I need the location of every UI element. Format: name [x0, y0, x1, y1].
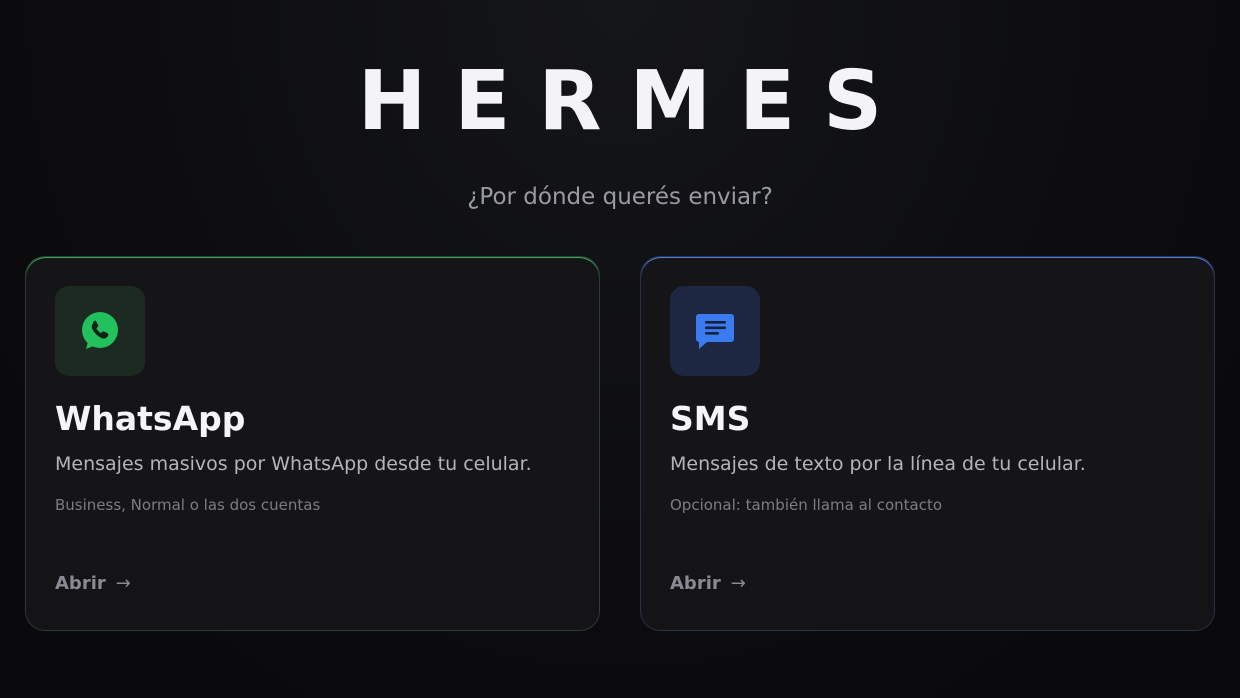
message-icon — [696, 314, 734, 349]
whatsapp-icon-container — [55, 286, 145, 376]
whatsapp-card[interactable]: WhatsApp Mensajes masivos por WhatsApp d… — [25, 256, 600, 631]
card-description: Mensajes masivos por WhatsApp desde tu c… — [55, 453, 532, 475]
channel-selector-page: HERMES ¿Por dónde querés enviar? WhatsAp… — [0, 0, 1240, 698]
open-label: Abrir — [670, 573, 721, 594]
card-note: Opcional: también llama al contacto — [670, 496, 943, 514]
arrow-right-icon: → — [730, 573, 746, 594]
sms-card[interactable]: SMS Mensajes de texto por la línea de tu… — [640, 256, 1215, 631]
open-label: Abrir — [55, 573, 106, 594]
card-note: Business, Normal o las dos cuentas — [55, 496, 321, 514]
arrow-right-icon: → — [115, 573, 131, 594]
open-sms-link[interactable]: Abrir → — [670, 573, 746, 594]
card-title: WhatsApp — [55, 399, 246, 438]
card-description: Mensajes de texto por la línea de tu cel… — [670, 453, 1086, 475]
sms-icon-container — [670, 286, 760, 376]
app-title: HERMES — [357, 54, 911, 149]
open-whatsapp-link[interactable]: Abrir → — [55, 573, 131, 594]
whatsapp-icon — [82, 312, 118, 349]
page-prompt: ¿Por dónde querés enviar? — [467, 184, 773, 210]
card-title: SMS — [670, 399, 751, 438]
